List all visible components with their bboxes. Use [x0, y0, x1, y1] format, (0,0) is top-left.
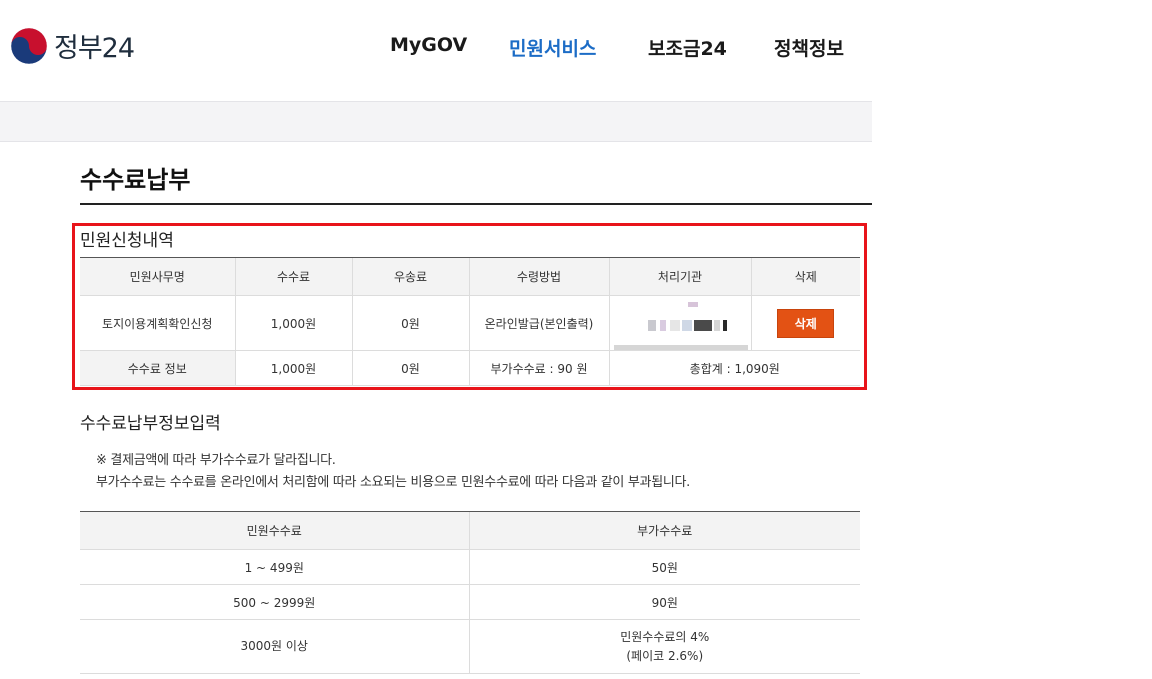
- title-divider: [80, 203, 872, 205]
- nav-subsidy24[interactable]: 보조금24: [648, 34, 727, 61]
- extra-fee: 50원: [468, 549, 860, 585]
- fee-range: 1 ~ 499원: [80, 549, 469, 585]
- fee-table-header: 민원수수료 부가수수료: [80, 511, 860, 550]
- main-nav: MyGOV 민원서비스 보조금24 정책정보: [0, 34, 1152, 64]
- table-row: 1 ~ 499원 50원: [80, 549, 860, 585]
- extra-fee-line-1: 민원수수료의 4%: [620, 629, 710, 644]
- nav-civil-service[interactable]: 민원서비스: [509, 34, 596, 61]
- page-title: 수수료납부: [80, 166, 191, 194]
- payment-section-heading: 수수료납부정보입력: [80, 414, 221, 434]
- site-header: 정부24 MyGOV 민원서비스 보조금24 정책정보: [0, 0, 1152, 100]
- extra-fee: 90원: [468, 584, 860, 620]
- highlight-annotation-box: [72, 223, 867, 390]
- extra-fee-table: 민원수수료 부가수수료 1 ~ 499원 50원 500 ~ 2999원 90원…: [80, 511, 860, 674]
- table-row: 3000원 이상 민원수수료의 4% (페이코 2.6%): [80, 619, 860, 674]
- nav-mygov[interactable]: MyGOV: [390, 34, 467, 56]
- extra-fee: 민원수수료의 4% (페이코 2.6%): [468, 619, 860, 674]
- notice-line-2: 부가수수료는 수수료를 온라인에서 처리함에 따라 소요되는 비용으로 민원수수…: [96, 475, 691, 490]
- table-row: 500 ~ 2999원 90원: [80, 584, 860, 620]
- breadcrumb-band: [0, 101, 872, 142]
- nav-policy-info[interactable]: 정책정보: [774, 34, 844, 61]
- notice-line-1: ※ 결제금액에 따라 부가수수료가 달라집니다.: [96, 453, 336, 468]
- fee-range: 3000원 이상: [80, 619, 469, 674]
- col-civil-fee: 민원수수료: [80, 511, 469, 550]
- col-extra-fee: 부가수수료: [468, 511, 860, 550]
- fee-range: 500 ~ 2999원: [80, 584, 469, 620]
- extra-fee-line-2: (페이코 2.6%): [626, 648, 704, 663]
